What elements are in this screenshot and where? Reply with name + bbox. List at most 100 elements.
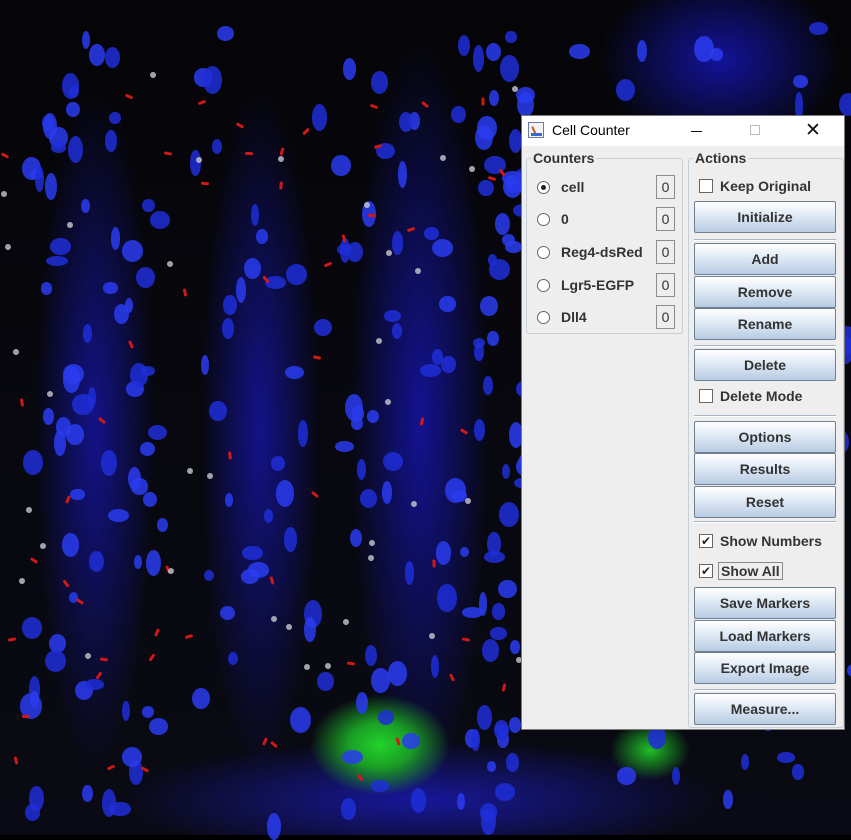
nucleus — [838, 92, 851, 117]
delete-button[interactable]: Delete — [694, 349, 836, 381]
nucleus — [267, 813, 282, 840]
red-speckle — [481, 97, 485, 106]
counter-row-dll4[interactable]: Dll4 0 — [537, 305, 679, 331]
counter-label: Dll4 — [561, 309, 587, 325]
red-speckle — [368, 213, 377, 218]
close-button[interactable]: ✕ — [790, 116, 836, 146]
show-numbers-checkbox[interactable]: ✔ — [699, 534, 713, 548]
actions-group: Actions Keep Original Initialize Add Rem… — [688, 150, 844, 728]
nucleus — [777, 752, 795, 763]
delete-mode-checkbox[interactable] — [699, 389, 713, 403]
nucleus — [30, 691, 39, 708]
counter-label: 0 — [561, 211, 569, 227]
nucleus — [202, 66, 222, 94]
white-speckle — [186, 466, 195, 475]
nucleus — [256, 229, 269, 244]
export-image-button[interactable]: Export Image — [694, 652, 836, 684]
red-speckle — [419, 416, 425, 426]
white-speckle — [3, 242, 12, 251]
measure-button[interactable]: Measure... — [694, 693, 836, 725]
minimize-button[interactable] — [674, 116, 720, 146]
nucleus — [225, 492, 234, 507]
counter-radio[interactable] — [537, 181, 550, 194]
red-speckle — [154, 628, 161, 637]
nucleus — [365, 645, 377, 667]
counter-count: 0 — [656, 240, 675, 264]
counter-radio[interactable] — [537, 246, 550, 259]
red-speckle — [269, 575, 275, 585]
nucleus — [67, 135, 83, 164]
nucleus — [478, 180, 494, 196]
results-button[interactable]: Results — [694, 453, 836, 485]
reset-button[interactable]: Reset — [694, 486, 836, 518]
nucleus — [108, 508, 130, 522]
nucleus — [501, 170, 524, 185]
counter-row-lgr5-egfp[interactable]: Lgr5-EGFP 0 — [537, 273, 679, 299]
nucleus — [424, 226, 439, 241]
white-speckle — [366, 554, 375, 563]
red-speckle — [1, 152, 10, 159]
options-button[interactable]: Options — [694, 421, 836, 453]
nucleus — [847, 664, 851, 678]
nucleus — [82, 324, 92, 344]
counter-row-reg4-dsred[interactable]: Reg4-dsRed 0 — [537, 240, 679, 266]
counter-radio[interactable] — [537, 279, 550, 292]
counter-radio[interactable] — [537, 213, 550, 226]
nucleus — [42, 407, 55, 426]
nucleus — [244, 257, 262, 279]
nucleus — [335, 440, 355, 452]
show-all-checkbox[interactable]: ✔ — [699, 564, 713, 578]
nucleus — [82, 784, 93, 803]
nucleus — [297, 420, 308, 447]
nucleus — [81, 31, 91, 49]
nucleus — [723, 789, 733, 809]
nucleus — [350, 529, 363, 548]
red-speckle — [245, 151, 254, 155]
remove-button[interactable]: Remove — [694, 276, 836, 308]
nucleus — [80, 198, 90, 213]
nucleus — [101, 449, 118, 476]
nucleus — [275, 480, 295, 507]
load-markers-button[interactable]: Load Markers — [694, 620, 836, 652]
counter-row-cell[interactable]: cell 0 — [537, 175, 679, 201]
nucleus — [494, 783, 515, 801]
red-speckle — [197, 99, 206, 106]
nucleus — [251, 204, 260, 226]
add-button[interactable]: Add — [694, 243, 836, 275]
red-speckle — [459, 428, 468, 435]
red-speckle — [62, 579, 70, 588]
nucleus — [439, 295, 456, 313]
nucleus — [65, 101, 80, 118]
nucleus — [473, 45, 485, 72]
counter-radio[interactable] — [537, 311, 550, 324]
counter-count: 0 — [656, 175, 675, 199]
counter-count: 0 — [656, 305, 675, 329]
nucleus — [387, 661, 407, 686]
save-markers-button[interactable]: Save Markers — [694, 587, 836, 619]
nucleus — [370, 780, 390, 792]
nucleus — [216, 25, 235, 41]
red-speckle — [269, 740, 278, 749]
white-speckle — [285, 624, 292, 631]
nucleus — [430, 654, 439, 679]
nucleus — [342, 58, 357, 81]
red-speckle — [313, 355, 322, 361]
keep-original-checkbox[interactable] — [699, 179, 713, 193]
keep-original-label: Keep Original — [720, 178, 812, 194]
nucleus — [482, 376, 494, 395]
title-bar[interactable]: Cell Counter ✕ — [522, 116, 844, 146]
counter-row-0[interactable]: 0 0 — [537, 207, 679, 233]
nucleus — [481, 638, 500, 662]
nucleus — [476, 705, 492, 730]
nucleus — [101, 789, 117, 818]
maximize-button[interactable] — [732, 116, 778, 146]
nucleus — [203, 569, 215, 582]
nucleus — [209, 401, 227, 421]
rename-button[interactable]: Rename — [694, 308, 836, 340]
white-speckle — [469, 165, 476, 173]
initialize-button[interactable]: Initialize — [694, 201, 836, 233]
nucleus — [70, 488, 85, 501]
white-speckle — [271, 615, 278, 622]
nucleus — [145, 549, 161, 576]
white-speckle — [206, 471, 215, 481]
